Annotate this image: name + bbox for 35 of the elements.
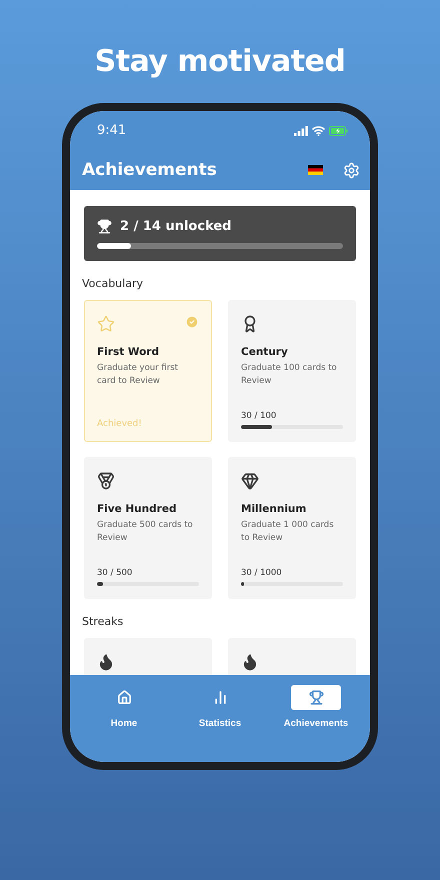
progress-text: 30 / 1000: [241, 568, 283, 578]
settings-icon: [343, 162, 360, 178]
headline: Stay motivated: [94, 44, 346, 81]
wifi-icon: [312, 126, 325, 136]
card-title: Five Hundred: [97, 503, 178, 515]
signal-icon: [294, 126, 308, 136]
status-time: 9:41: [97, 123, 126, 138]
progress-text: 30 / 100: [241, 411, 278, 421]
gem-icon: [241, 472, 259, 490]
medal-icon: [97, 472, 115, 490]
battery-icon: [329, 126, 348, 136]
flame-icon: [97, 653, 115, 671]
flame-icon: [241, 653, 259, 671]
nav-tab[interactable]: Achievements: [268, 685, 364, 735]
achieved-label: Achieved!: [97, 419, 143, 429]
progress-text: 30 / 500: [97, 568, 134, 578]
unlocked-count: 2 / 14 unlocked: [120, 219, 232, 234]
nav-tab[interactable]: Statistics: [172, 685, 268, 735]
section-title: Vocabulary: [82, 277, 144, 290]
star-icon: [97, 315, 115, 333]
screen-title: Achievements: [82, 160, 218, 180]
card-title: First Word: [97, 346, 160, 358]
card-description: Graduate 100 cards to Review: [241, 362, 338, 388]
card-title: Millennium: [241, 503, 308, 515]
card-description: Graduate 500 cards to Review: [97, 519, 194, 544]
settings-button[interactable]: [343, 162, 360, 178]
trophy-icon: [97, 219, 112, 234]
nav-tab[interactable]: Home: [76, 685, 172, 735]
flag-button[interactable]: [308, 165, 323, 175]
section-title: Streaks: [82, 615, 124, 628]
card-description: Graduate your first card to Review: [97, 362, 179, 388]
flag-icon: [308, 165, 323, 175]
card-description: Graduate 1 000 cards to Review: [241, 519, 335, 544]
check-icon: [185, 315, 199, 329]
card-title: Century: [241, 346, 289, 358]
